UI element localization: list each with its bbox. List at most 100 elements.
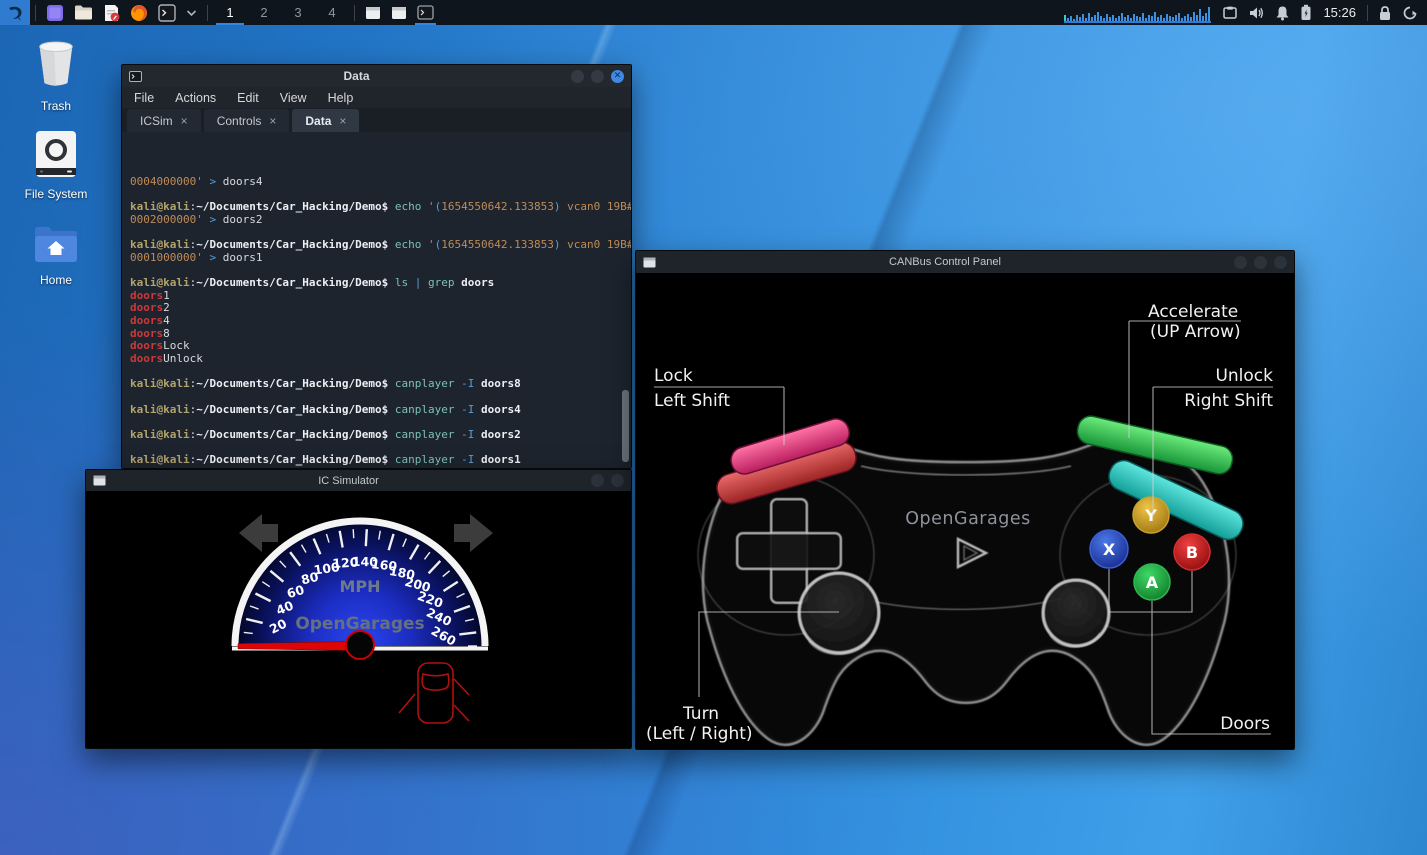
minimize-button[interactable] (591, 474, 604, 487)
maximize-button[interactable] (591, 70, 604, 83)
cpu-graph[interactable] (1064, 3, 1211, 23)
terminal-text-segment (388, 428, 395, 441)
terminal-line: doors1 (130, 290, 623, 303)
taskbar-terminal[interactable] (412, 0, 439, 25)
launcher-chevron[interactable] (181, 0, 202, 25)
icsim-titlebar[interactable]: IC Simulator (86, 470, 631, 491)
cpu-graph-bar (1100, 16, 1102, 21)
terminal-text-segment: -I (461, 428, 474, 441)
icsim-canvas: 20406080100120140160180200220240260 MPH … (86, 491, 631, 749)
session-logout[interactable] (1397, 0, 1423, 25)
panel-clock[interactable]: 15:26 (1317, 5, 1362, 20)
canbus-app-icon (643, 257, 656, 268)
menu-edit[interactable]: Edit (237, 91, 259, 105)
cpu-graph-bar (1097, 12, 1099, 21)
terminal-text-segment: ) (554, 238, 561, 251)
panel-separator (207, 5, 208, 21)
maximize-button[interactable] (611, 474, 624, 487)
terminal-line: doors2 (130, 302, 623, 315)
gauge-hub (346, 631, 374, 659)
clipboard-icon (1222, 5, 1238, 21)
launcher-text-editor[interactable] (98, 0, 125, 25)
terminal-text-segment: echo (395, 238, 422, 251)
terminal-text-segment: doors8 (481, 377, 521, 390)
cpu-graph-bar (1172, 17, 1174, 21)
terminal-text-segment: 1 (163, 289, 170, 302)
cpu-graph-bar (1073, 19, 1075, 21)
tab-controls[interactable]: Controls × (204, 109, 290, 132)
icsim-app-icon (93, 475, 106, 486)
terminal-titlebar[interactable]: Data ✕ (122, 65, 631, 87)
menu-file[interactable]: File (134, 91, 154, 105)
close-button[interactable]: ✕ (611, 70, 624, 83)
workspace-2[interactable]: 2 (247, 0, 281, 25)
tab-close-icon[interactable]: × (181, 114, 188, 128)
terminal-text-segment: ls (395, 276, 408, 289)
tray-volume[interactable] (1243, 0, 1270, 25)
tray-battery[interactable] (1295, 0, 1317, 25)
cpu-graph-bar (1136, 16, 1138, 21)
window-title: CANBus Control Panel (663, 256, 1227, 268)
desktop-icon-home[interactable]: Home (14, 224, 98, 287)
label-doors: Doors (1220, 714, 1270, 734)
maximize-button[interactable] (1254, 256, 1267, 269)
menu-view[interactable]: View (280, 91, 307, 105)
terminal-line: doors8 (130, 328, 623, 341)
minimize-button[interactable] (1234, 256, 1247, 269)
menu-actions[interactable]: Actions (175, 91, 216, 105)
menu-help[interactable]: Help (328, 91, 354, 105)
tab-icsim[interactable]: ICSim × (127, 109, 201, 132)
desktop-icon-trash[interactable]: Trash (14, 38, 98, 113)
launcher-firefox[interactable] (125, 0, 153, 25)
terminal-line: 0002000000' > doors2 (130, 214, 623, 227)
terminal-text-segment: doors2 (223, 213, 263, 226)
terminal-line: 0004000000' > doors4 (130, 176, 623, 189)
workspace-3[interactable]: 3 (281, 0, 315, 25)
terminal-scrollbar[interactable] (622, 390, 629, 462)
taskbar-window-1[interactable] (360, 0, 386, 25)
terminal-text-segment: ~/Documents/Car_Hacking/Demo (196, 403, 381, 416)
terminal-menubar: File Actions Edit View Help (122, 87, 631, 108)
canbus-titlebar[interactable]: CANBus Control Panel (636, 251, 1294, 273)
cpu-graph-bar (1067, 18, 1069, 21)
terminal-text-segment: 0001000000' (130, 251, 209, 264)
terminal-output[interactable]: 0004000000' > doors4 kali@kali:~/Document… (122, 132, 631, 469)
terminal-text-segment: ' (428, 238, 435, 251)
tab-close-icon[interactable]: × (269, 114, 276, 128)
close-button[interactable] (1274, 256, 1287, 269)
workspace-1[interactable]: 1 (213, 0, 247, 25)
tab-data[interactable]: Data × (292, 109, 359, 132)
workspace-4[interactable]: 4 (315, 0, 349, 25)
terminal-text-segment: 1654550642.133853 (441, 200, 554, 213)
launcher-file-manager[interactable] (69, 0, 98, 25)
panel-separator (1367, 5, 1368, 21)
panel-separator (35, 5, 36, 21)
cpu-graph-bar (1079, 17, 1081, 21)
folder-icon (74, 4, 93, 21)
taskbar-window-2[interactable] (386, 0, 412, 25)
button-y-label: Y (1144, 506, 1157, 525)
cpu-graph-bar (1145, 18, 1147, 21)
desktop-icon-file-system[interactable]: File System (14, 130, 98, 201)
launcher-window-purple[interactable] (41, 0, 69, 25)
tray-notifications[interactable] (1270, 0, 1295, 25)
tab-close-icon[interactable]: × (339, 114, 346, 128)
cpu-graph-bar (1082, 14, 1084, 21)
cpu-graph-bar (1190, 17, 1192, 21)
button-b-label: B (1186, 543, 1198, 562)
text-editor-icon (103, 4, 120, 22)
battery-icon (1300, 4, 1312, 21)
launcher-terminal[interactable] (153, 0, 181, 25)
cpu-graph-bar (1085, 18, 1087, 21)
cpu-graph-bar (1121, 13, 1123, 21)
terminal-text-segment: kali@kali (130, 200, 190, 213)
left-analog-stick[interactable] (799, 573, 879, 653)
kali-menu-button[interactable] (0, 0, 30, 25)
session-lock[interactable] (1373, 0, 1397, 25)
tray-clipboard[interactable] (1217, 0, 1243, 25)
minimize-button[interactable] (571, 70, 584, 83)
terminal-line: kali@kali:~/Documents/Car_Hacking/Demo$ … (130, 378, 623, 391)
cpu-graph-bar (1196, 15, 1198, 21)
cpu-graph-bar (1091, 17, 1093, 21)
chevron-down-icon (186, 9, 197, 17)
